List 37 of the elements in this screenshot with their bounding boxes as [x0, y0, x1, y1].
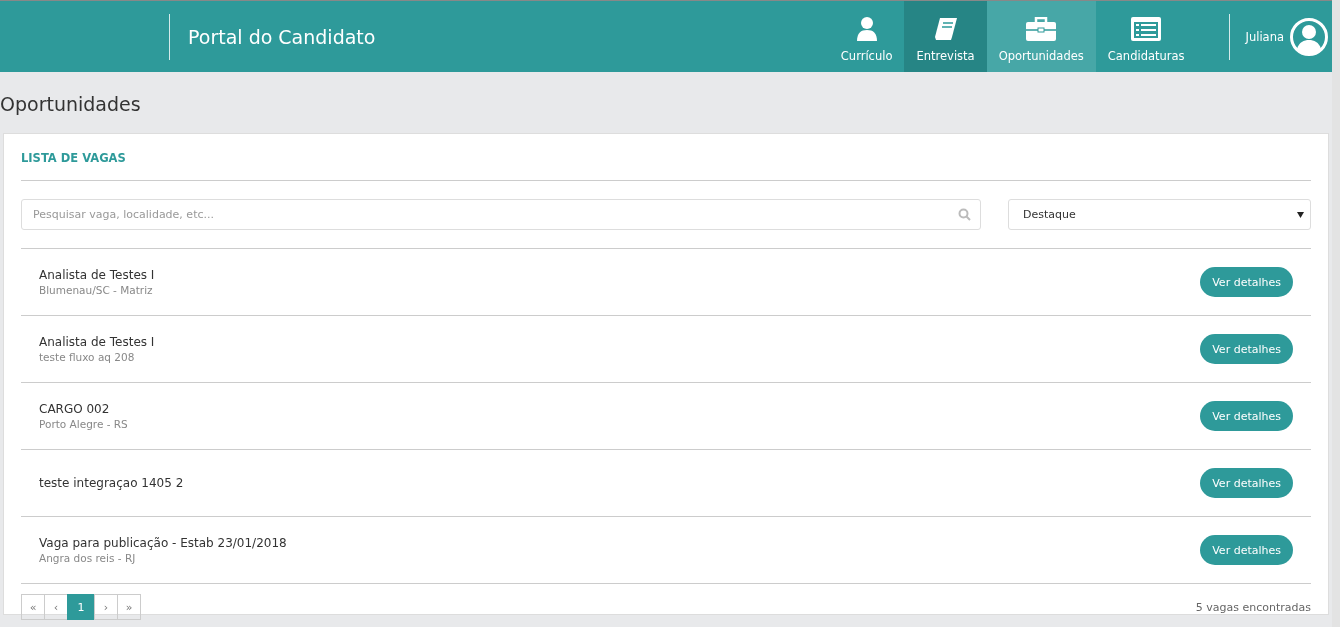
job-location: teste fluxo aq 208 [39, 351, 136, 363]
sort-dropdown[interactable]: Destaque [1008, 199, 1311, 230]
results-count: 5 vagas encontradas [1195, 600, 1311, 614]
search-icon [958, 208, 971, 221]
list-icon [1131, 16, 1162, 41]
job-location: Blumenau/SC - Matriz [39, 284, 154, 296]
details-button[interactable]: Ver detalhes [1200, 535, 1293, 565]
job-title[interactable]: CARGO 002 [39, 402, 1201, 416]
details-button[interactable]: Ver detalhes [1200, 468, 1293, 498]
page-button[interactable]: › [94, 594, 118, 620]
app-title: Portal do Candidato [188, 25, 377, 48]
nav-tab[interactable]: Currículo [828, 1, 905, 72]
briefcase-icon [1026, 16, 1057, 41]
nav-tab[interactable]: Entrevista [904, 1, 987, 72]
details-button[interactable]: Ver detalhes [1200, 401, 1293, 431]
nav-tab[interactable]: Oportunidades [986, 1, 1096, 72]
job-title[interactable]: Vaga para publicação - Estab 23/01/2018 [39, 536, 1201, 550]
job-title[interactable]: Analista de Testes I [39, 335, 1201, 349]
page-button[interactable]: 1 [67, 594, 95, 620]
book-icon [932, 16, 959, 41]
avatar-icon[interactable] [1290, 17, 1328, 56]
job-location: Porto Alegre - RS [39, 418, 129, 430]
details-button[interactable]: Ver detalhes [1200, 267, 1293, 297]
dropdown-caret-icon [1297, 211, 1304, 218]
page-button[interactable]: « [21, 594, 45, 620]
details-button[interactable]: Ver detalhes [1200, 334, 1293, 364]
job-title[interactable]: Analista de Testes I [39, 268, 1201, 282]
page-button[interactable]: » [117, 594, 141, 620]
search-field[interactable]: Pesquisar vaga, localidade, etc... [21, 199, 981, 230]
job-location: Angra dos reis - RJ [39, 552, 137, 564]
nav-tab[interactable]: Candidaturas [1095, 1, 1197, 72]
person-icon [855, 16, 878, 41]
user-name[interactable]: Juliana [1245, 29, 1284, 44]
scrollbar[interactable] [1332, 0, 1340, 627]
page-title: Oportunidades [0, 93, 142, 115]
job-title[interactable]: teste integraçao 1405 2 [39, 476, 1201, 490]
section-title: LISTA DE VAGAS [21, 134, 1311, 181]
